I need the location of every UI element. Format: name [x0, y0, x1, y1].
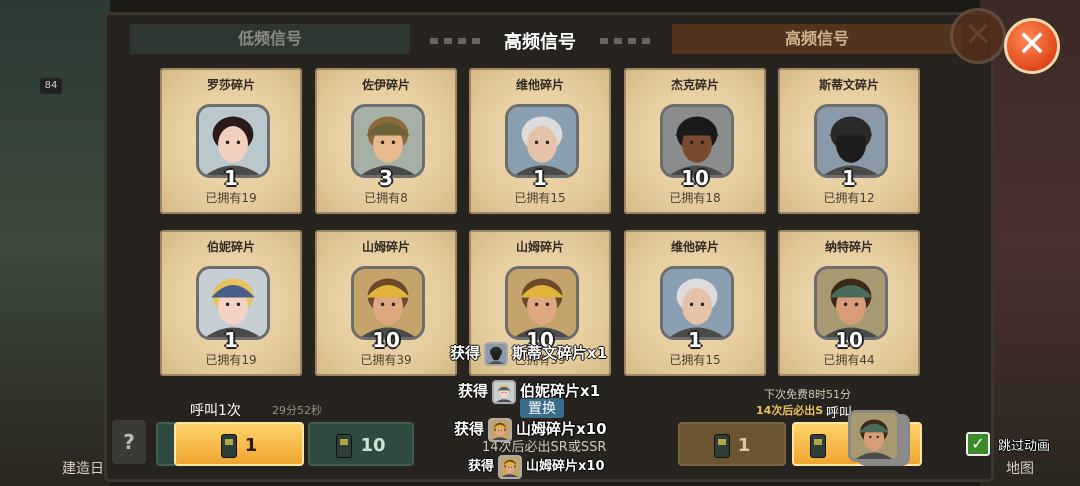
level-badge: 84	[40, 78, 62, 94]
owned-count: 已拥有18	[669, 191, 721, 205]
notification-text: 伯妮碎片x1	[520, 382, 601, 400]
card-fragment-name: 伯妮碎片	[206, 240, 255, 254]
owned-count: 已拥有39	[360, 353, 412, 367]
call-ten-button[interactable]: 10	[308, 422, 414, 466]
reward-card[interactable]: 佐伊碎片 3 已拥有8	[315, 68, 457, 214]
stacked-reward-portrait	[848, 410, 900, 462]
card-fragment-name: 维他碎片	[515, 78, 564, 92]
reward-notification: 获得 斯蒂文碎片x1	[450, 340, 607, 366]
next-free-timer: 下次免费8时51分	[764, 388, 851, 401]
notification-prefix: 获得	[458, 382, 489, 400]
map-button[interactable]: 地图	[1006, 458, 1034, 478]
reward-notification: 获得 山姆碎片x10	[454, 416, 607, 442]
card-fragment-name: 杰克碎片	[670, 78, 719, 92]
card-fragment-name: 维他碎片	[670, 240, 719, 254]
fragment-count: 1	[533, 166, 547, 190]
notification-portrait	[492, 379, 517, 404]
notification-text: 斯蒂文碎片x1	[512, 344, 608, 362]
help-button[interactable]: ?	[112, 420, 146, 464]
reward-card[interactable]: 维他碎片 1 已拥有15	[624, 230, 766, 376]
notification-text: 山姆碎片x10	[526, 459, 605, 474]
reward-card[interactable]: 维他碎片 1 已拥有15	[469, 68, 611, 214]
fragment-count: 10	[372, 328, 400, 352]
card-fragment-name: 山姆碎片	[515, 240, 564, 254]
owned-count: 已拥有19	[205, 353, 257, 367]
reward-card[interactable]: 罗莎碎片 1 已拥有19	[160, 68, 302, 214]
call-once-cost: 1	[244, 435, 258, 456]
notification-prefix: 获得	[454, 420, 485, 438]
call-once-button[interactable]: 1	[174, 422, 304, 466]
owned-count: 已拥有15	[514, 191, 566, 205]
left-edge-button	[156, 422, 176, 466]
reward-notification: 获得 伯妮碎片x1	[458, 378, 600, 404]
reward-notification: 获得 山姆碎片x10	[468, 454, 605, 480]
walkie-talkie-icon	[336, 434, 353, 458]
left-background-scene	[0, 0, 110, 486]
notification-portrait	[484, 341, 509, 366]
close-icon-background: ✕	[950, 8, 1006, 64]
right-guarantee-note: 14次后必出S	[756, 404, 824, 417]
walkie-talkie-icon	[810, 434, 826, 458]
notification-prefix: 获得	[450, 344, 481, 362]
card-fragment-name: 山姆碎片	[361, 240, 410, 254]
fragment-count: 3	[379, 166, 393, 190]
left-timer: 29分52秒	[272, 404, 322, 417]
right-call-once-button[interactable]: 1	[678, 422, 786, 466]
tab-low-frequency[interactable]: 低频信号	[130, 24, 410, 54]
call-ten-cost: 10	[360, 435, 386, 456]
reward-card[interactable]: 伯妮碎片 1 已拥有19	[160, 230, 302, 376]
owned-count: 已拥有44	[823, 353, 875, 367]
notification-text: 山姆碎片x10	[516, 420, 607, 438]
reward-card[interactable]: 纳特碎片 10 已拥有44	[778, 230, 920, 376]
bottom-left-menu-label[interactable]: 建造日	[62, 458, 104, 478]
call-once-label: 呼叫1次	[190, 403, 241, 419]
owned-count: 已拥有8	[364, 191, 408, 205]
owned-count: 已拥有19	[205, 191, 257, 205]
walkie-talkie-icon	[220, 434, 237, 458]
fragment-count: 1	[688, 328, 702, 352]
skip-animation-label[interactable]: 跳过动画	[998, 435, 1050, 454]
notification-portrait	[488, 417, 513, 442]
notification-prefix: 获得	[468, 459, 495, 474]
reward-card[interactable]: 杰克碎片 10 已拥有18	[624, 68, 766, 214]
reward-card[interactable]: 山姆碎片 10 已拥有39	[315, 230, 457, 376]
card-fragment-name: 罗莎碎片	[206, 78, 255, 92]
right-call-once-cost: 1	[737, 435, 751, 456]
fragment-count: 10	[835, 328, 863, 352]
owned-count: 已拥有12	[823, 191, 875, 205]
card-fragment-name: 斯蒂文碎片	[818, 78, 879, 92]
reward-card[interactable]: 斯蒂文碎片 1 已拥有12	[778, 68, 920, 214]
fragment-count: 1	[842, 166, 856, 190]
card-fragment-name: 纳特碎片	[824, 240, 873, 254]
card-fragment-name: 佐伊碎片	[361, 78, 410, 92]
walkie-talkie-icon	[713, 434, 730, 458]
notification-portrait	[498, 454, 523, 479]
fragment-count: 1	[224, 166, 238, 190]
fragment-count: 10	[681, 166, 709, 190]
fragment-count: 1	[224, 328, 238, 352]
skip-animation-checkbox[interactable]: ✓	[966, 432, 990, 456]
tab-high-frequency[interactable]: 高频信号	[672, 24, 962, 54]
result-title: 高频信号	[504, 32, 576, 53]
close-button[interactable]: ✕	[1004, 18, 1060, 74]
owned-count: 已拥有15	[669, 353, 721, 367]
